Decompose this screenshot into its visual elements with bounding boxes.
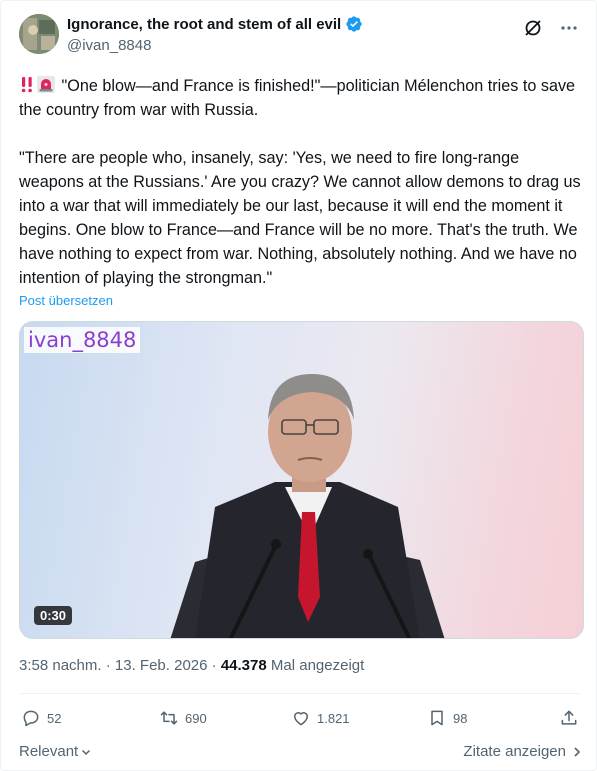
- bookmark-button[interactable]: 98: [427, 708, 467, 728]
- view-quotes-label: Zitate anzeigen: [463, 743, 566, 760]
- grok-icon[interactable]: [522, 17, 544, 39]
- bookmark-icon: [431, 710, 443, 726]
- post-text: "One blow—and France is finished!"—polit…: [19, 74, 584, 290]
- post-paragraph-1: "One blow—and France is finished!"—polit…: [19, 74, 584, 122]
- siren-icon: [37, 76, 55, 93]
- sort-label: Relevant: [19, 743, 79, 760]
- post-time[interactable]: 3:58 nachm.: [19, 657, 102, 674]
- avatar-image: [19, 14, 59, 54]
- translate-post-link[interactable]: Post übersetzen: [19, 293, 113, 308]
- post-paragraph-2: "There are people who, insanely, say: 'Y…: [19, 149, 581, 287]
- view-quotes-link[interactable]: Zitate anzeigen: [463, 743, 582, 760]
- video-frame: [170, 374, 445, 638]
- video-duration-badge: 0:30: [34, 606, 73, 625]
- post-card: Ignorance, the root and stem of all evil…: [0, 0, 597, 771]
- post-metadata: 3:58 nachm. · 13. Feb. 2026 · 44.378 Mal…: [19, 657, 365, 674]
- divider: [19, 693, 580, 694]
- share-button[interactable]: [559, 708, 579, 728]
- bookmark-count: 98: [453, 710, 468, 726]
- video-watermark: ivan_8848: [24, 327, 141, 353]
- action-bar: 52 690 1.821 98: [19, 708, 582, 732]
- verified-badge-icon: [346, 16, 362, 32]
- double-exclamation-icon: [21, 77, 32, 93]
- author-display-name[interactable]: Ignorance, the root and stem of all evil: [67, 16, 341, 33]
- heart-icon: [294, 712, 308, 726]
- post-paragraph-1-text: "One blow—and France is finished!"—polit…: [19, 77, 576, 119]
- like-button[interactable]: 1.821: [291, 708, 350, 728]
- replies-sort-dropdown[interactable]: Relevant: [19, 743, 92, 760]
- share-icon: [561, 710, 577, 725]
- reply-count: 52: [47, 710, 62, 726]
- video-player[interactable]: ivan_8848 0:30: [19, 321, 584, 639]
- more-options-icon[interactable]: [558, 17, 580, 39]
- repost-button[interactable]: 690: [159, 708, 207, 728]
- repost-count: 690: [185, 710, 207, 726]
- chevron-down-icon: [82, 749, 91, 755]
- views-label: Mal angezeigt: [270, 657, 365, 674]
- author-handle[interactable]: @ivan_8848: [67, 37, 151, 54]
- reply-button[interactable]: 52: [21, 708, 61, 728]
- avatar[interactable]: [19, 14, 59, 54]
- views-count: 44.378: [220, 657, 267, 674]
- repost-icon: [160, 711, 178, 725]
- like-count: 1.821: [317, 710, 350, 726]
- post-date[interactable]: 13. Feb. 2026: [115, 657, 208, 674]
- reply-icon: [23, 710, 39, 727]
- chevron-right-icon: [574, 746, 581, 757]
